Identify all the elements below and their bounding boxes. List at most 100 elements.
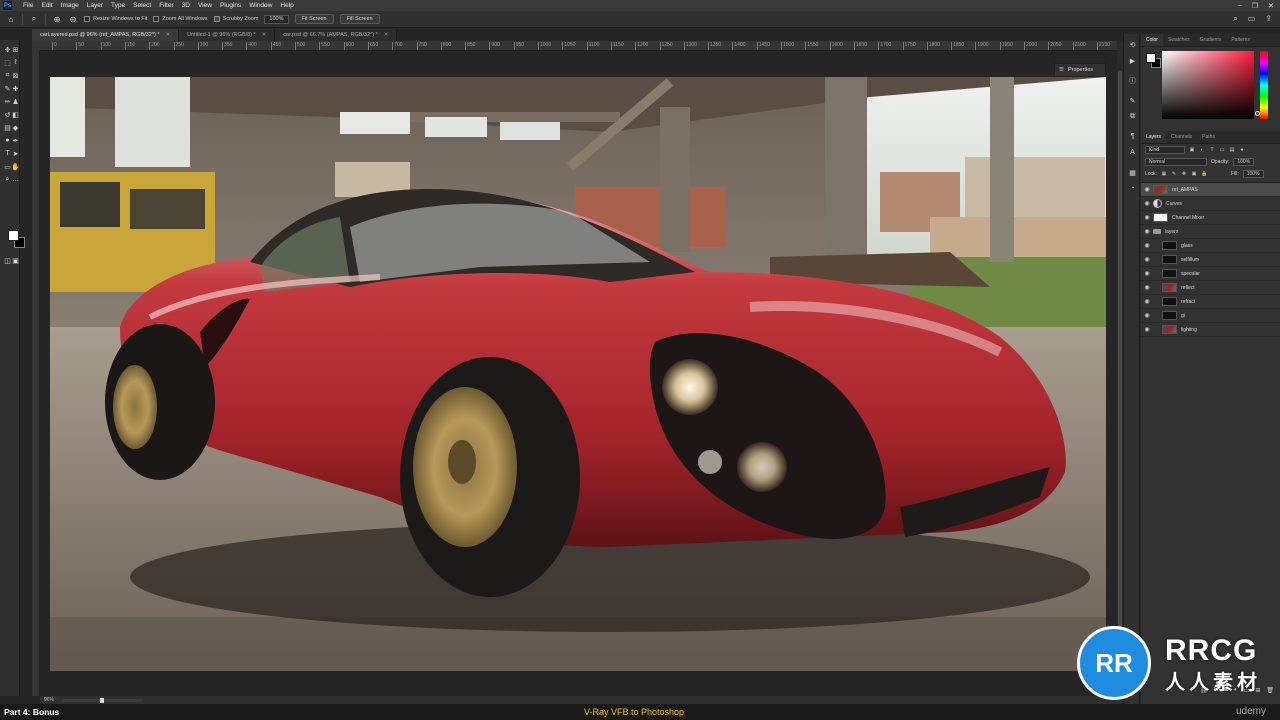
smart-object-filter-icon[interactable]: ▤ bbox=[1229, 147, 1235, 153]
type-filter-icon[interactable]: T bbox=[1209, 147, 1215, 153]
vertical-ruler[interactable] bbox=[32, 51, 40, 696]
tab-color[interactable]: Color bbox=[1141, 34, 1163, 46]
layer-row[interactable]: ◉ ref_AMPAS bbox=[1141, 183, 1280, 197]
blur-tool-icon[interactable]: ◆ bbox=[11, 123, 20, 132]
stamp-tool-icon[interactable]: ♟ bbox=[11, 97, 20, 106]
menu-help[interactable]: Help bbox=[276, 0, 297, 11]
menu-view[interactable]: View bbox=[194, 0, 216, 11]
ruler-corner[interactable] bbox=[32, 41, 40, 51]
menu-plugins[interactable]: Plugins bbox=[216, 0, 245, 11]
visibility-eye-icon[interactable]: ◉ bbox=[1141, 228, 1153, 235]
visibility-eye-icon[interactable]: ◉ bbox=[1141, 312, 1153, 319]
visibility-eye-icon[interactable]: ◉ bbox=[1141, 270, 1153, 277]
visibility-eye-icon[interactable]: ◉ bbox=[1141, 186, 1153, 193]
libraries-icon[interactable]: ▦ bbox=[1128, 168, 1137, 177]
close-icon[interactable]: ✕ bbox=[166, 29, 171, 41]
artboard-tool-icon[interactable]: ⊞ bbox=[11, 45, 20, 54]
layer-row[interactable]: ◉ layers bbox=[1141, 225, 1280, 239]
hue-slider[interactable] bbox=[1260, 51, 1268, 119]
visibility-eye-icon[interactable]: ◉ bbox=[1141, 214, 1153, 221]
scrollbar-thumb[interactable] bbox=[1118, 71, 1122, 631]
color-picker-field[interactable] bbox=[1162, 51, 1254, 119]
paragraph-icon[interactable]: ¶ bbox=[1128, 132, 1137, 141]
pixel-filter-icon[interactable]: ▣ bbox=[1189, 147, 1195, 153]
visibility-eye-icon[interactable]: ◉ bbox=[1141, 326, 1153, 333]
brush-settings-icon[interactable]: ✎ bbox=[1128, 96, 1137, 105]
tab-patterns[interactable]: Patterns bbox=[1226, 34, 1255, 46]
lock-all-icon[interactable]: 🔒 bbox=[1201, 171, 1207, 177]
menu-edit[interactable]: Edit bbox=[37, 0, 56, 11]
menu-type[interactable]: Type bbox=[107, 0, 129, 11]
healing-tool-icon[interactable]: ✚ bbox=[11, 84, 20, 93]
tab-car[interactable]: car.psd @ 66.7% (AMPAS, RGB/32*) * ✕ bbox=[275, 29, 398, 41]
close-icon[interactable]: ✕ bbox=[262, 29, 267, 41]
pen-tool-icon[interactable]: ✒ bbox=[11, 136, 20, 145]
visibility-eye-icon[interactable]: ◉ bbox=[1141, 298, 1153, 305]
resize-windows-checkbox[interactable]: Resize Windows to Fit bbox=[84, 16, 147, 22]
layer-row[interactable]: ◉ glass bbox=[1141, 239, 1280, 253]
layer-row[interactable]: ◉ selfillum bbox=[1141, 253, 1280, 267]
zoom-all-windows-checkbox[interactable]: Zoom All Windows bbox=[153, 16, 208, 22]
info-icon[interactable]: ⓘ bbox=[1128, 76, 1137, 85]
home-icon[interactable]: ⌂ bbox=[6, 14, 16, 24]
search-icon[interactable]: ⌕ bbox=[1233, 14, 1237, 24]
zoom-value-field[interactable]: 100% bbox=[264, 14, 289, 24]
menu-window[interactable]: Window bbox=[245, 0, 276, 11]
share-icon[interactable]: ⇪ bbox=[1265, 14, 1272, 24]
menu-3d[interactable]: 3D bbox=[178, 0, 194, 11]
minimize-icon[interactable]: – bbox=[1238, 2, 1242, 9]
fill-field[interactable]: 100% bbox=[1242, 170, 1264, 178]
photoshop-logo[interactable]: Ps bbox=[3, 1, 12, 10]
character-icon[interactable]: A bbox=[1128, 148, 1137, 157]
screen-mode-icon[interactable]: ▣ bbox=[11, 256, 20, 265]
tab-untitled-1[interactable]: Untitled-1 @ 96% (RGB/8) * ✕ bbox=[179, 29, 276, 41]
layer-row[interactable]: ◉ refract bbox=[1141, 295, 1280, 309]
eraser-tool-icon[interactable]: ◧ bbox=[11, 110, 20, 119]
restore-icon[interactable]: ❐ bbox=[1252, 2, 1258, 10]
more-tools-icon[interactable]: … bbox=[11, 175, 20, 184]
history-icon[interactable]: ⟲ bbox=[1128, 40, 1137, 49]
foreground-color-swatch[interactable] bbox=[1146, 53, 1156, 63]
foreground-color-swatch[interactable] bbox=[8, 230, 19, 241]
filter-toggle-icon[interactable]: ● bbox=[1239, 147, 1245, 153]
menu-file[interactable]: File bbox=[19, 0, 37, 11]
tab-swatches[interactable]: Swatches bbox=[1163, 34, 1195, 46]
zoom-level[interactable]: 96% bbox=[44, 697, 54, 703]
tab-layers[interactable]: Layers bbox=[1141, 131, 1167, 143]
lock-transparency-icon[interactable]: ▦ bbox=[1161, 171, 1167, 177]
layer-row[interactable]: ◉ reflect bbox=[1141, 281, 1280, 295]
fill-screen-button[interactable]: Fill Screen bbox=[339, 14, 380, 24]
lasso-tool-icon[interactable]: ℓ bbox=[11, 58, 20, 67]
menu-filter[interactable]: Filter bbox=[155, 0, 177, 11]
opacity-field[interactable]: 100% bbox=[1233, 158, 1255, 166]
zoom-tool-icon[interactable]: ⌕ bbox=[29, 14, 39, 24]
actions-icon[interactable]: ▶ bbox=[1128, 56, 1137, 65]
lock-artboard-icon[interactable]: ▣ bbox=[1191, 171, 1197, 177]
close-icon[interactable]: ✕ bbox=[1268, 2, 1274, 10]
document-canvas[interactable] bbox=[50, 77, 1106, 671]
layer-row[interactable]: ◉ lighting bbox=[1141, 323, 1280, 337]
tab-carlayered[interactable]: carLayered.psd @ 96% (ref_AMPAS, RGB/32*… bbox=[32, 29, 180, 41]
layer-row[interactable]: ◉ specular bbox=[1141, 267, 1280, 281]
fit-screen-button[interactable]: Fit Screen bbox=[294, 14, 334, 24]
lock-position-icon[interactable]: ✥ bbox=[1181, 171, 1187, 177]
timeline-icon[interactable]: ◔ bbox=[1128, 184, 1137, 193]
blend-mode-select[interactable]: Normal bbox=[1145, 158, 1207, 166]
frame-tool-icon[interactable]: ⊠ bbox=[11, 71, 20, 80]
horizontal-ruler[interactable]: 0 50 100 150 200 250 300 350 400 450 500 550 600 650 7… bbox=[40, 41, 1117, 51]
tab-channels[interactable]: Channels bbox=[1166, 131, 1197, 143]
hand-tool-icon[interactable]: ✋ bbox=[11, 162, 20, 171]
horizontal-scrollbar[interactable] bbox=[62, 697, 143, 703]
layer-row[interactable]: ◉ Channel Mixer bbox=[1141, 211, 1280, 225]
visibility-eye-icon[interactable]: ◉ bbox=[1141, 256, 1153, 263]
scrubby-zoom-checkbox[interactable]: Scrubby Zoom bbox=[213, 16, 258, 22]
close-icon[interactable]: ✕ bbox=[384, 29, 389, 41]
zoom-in-icon[interactable]: ⊕ bbox=[52, 14, 62, 24]
lock-pixels-icon[interactable]: ✎ bbox=[1171, 171, 1177, 177]
workspace-icon[interactable]: ▭ bbox=[1248, 14, 1256, 24]
canvas-area[interactable]: ☰ Properties bbox=[40, 51, 1117, 696]
zoom-out-icon[interactable]: ⊖ bbox=[68, 14, 78, 24]
tab-gradients[interactable]: Gradients bbox=[1195, 34, 1227, 46]
menu-layer[interactable]: Layer bbox=[83, 0, 107, 11]
path-selection-icon[interactable]: ➤ bbox=[11, 149, 20, 158]
